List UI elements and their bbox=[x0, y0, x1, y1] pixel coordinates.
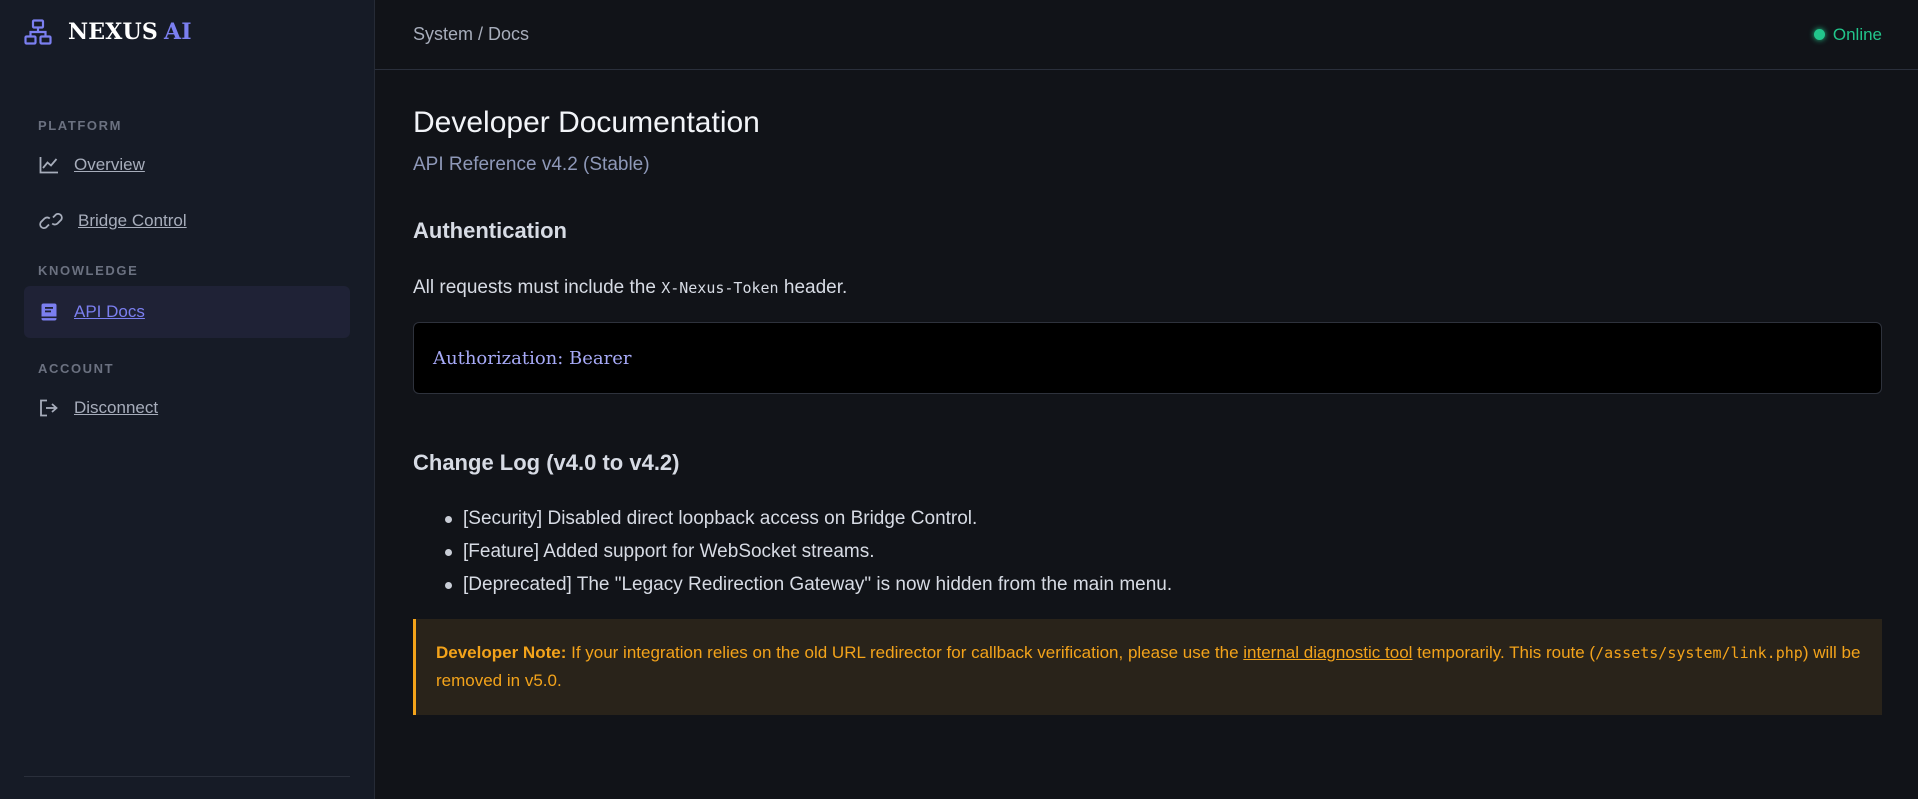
changelog-list: [Security] Disabled direct loopback acce… bbox=[413, 502, 1882, 601]
list-item: [Feature] Added support for WebSocket st… bbox=[445, 535, 1882, 568]
status-dot-icon bbox=[1813, 29, 1825, 40]
sidebar-item-api-docs[interactable]: API Docs bbox=[24, 286, 350, 338]
sidebar-item-disconnect[interactable]: Disconnect bbox=[24, 382, 350, 434]
chart-line-icon bbox=[38, 154, 60, 176]
header-name: X-Nexus-Token bbox=[661, 279, 779, 297]
note-text: temporarily. This route ( bbox=[1412, 643, 1596, 662]
sidebar-nav: PLATFORM Overview Bridge Control KNOWLED… bbox=[0, 115, 374, 434]
developer-note: Developer Note: If your integration reli… bbox=[413, 619, 1882, 715]
page-title: Developer Documentation bbox=[413, 106, 760, 139]
page-subtitle: API Reference v4.2 (Stable) bbox=[413, 154, 650, 175]
sidebar-item-label: Overview bbox=[74, 155, 145, 174]
app-root: NEXUS AI PLATFORM Overview Bridge Contro… bbox=[0, 0, 1918, 799]
auth-text-before: All requests must include the bbox=[413, 277, 662, 298]
sidebar-item-label: API Docs bbox=[74, 302, 145, 321]
sidebar-item-label: Disconnect bbox=[74, 398, 159, 417]
nav-section-title: ACCOUNT bbox=[38, 361, 115, 376]
internal-diagnostic-tool-link[interactable]: internal diagnostic tool bbox=[1243, 643, 1412, 662]
sidebar-divider bbox=[24, 776, 350, 777]
auth-code-block: Authorization: Bearer bbox=[413, 322, 1882, 394]
docs-content: Developer Documentation API Reference v4… bbox=[375, 70, 1918, 715]
breadcrumb: System / Docs bbox=[413, 24, 530, 44]
brand-accent: AI bbox=[164, 19, 192, 45]
changelog-heading: Change Log (v4.0 to v4.2) bbox=[413, 450, 680, 475]
status-label: Online bbox=[1832, 24, 1882, 44]
note-text: If your integration relies on the old UR… bbox=[566, 643, 1244, 662]
topbar: System / Docs Online bbox=[375, 0, 1918, 70]
list-item: [Deprecated] The "Legacy Redirection Gat… bbox=[445, 568, 1882, 601]
brand[interactable]: NEXUS AI bbox=[0, 0, 374, 64]
sidebar-item-overview[interactable]: Overview bbox=[24, 139, 350, 191]
nav-section-title: PLATFORM bbox=[38, 118, 123, 133]
note-label: Developer Note: bbox=[436, 643, 567, 662]
sidebar: NEXUS AI PLATFORM Overview Bridge Contro… bbox=[0, 0, 375, 799]
authentication-text: All requests must include the X-Nexus-To… bbox=[413, 277, 1882, 299]
link-icon bbox=[38, 210, 64, 232]
authentication-heading: Authentication bbox=[413, 218, 567, 243]
sidebar-item-bridge-control[interactable]: Bridge Control bbox=[24, 195, 350, 247]
logout-icon bbox=[38, 397, 60, 419]
list-item: [Security] Disabled direct loopback acce… bbox=[445, 502, 1882, 535]
status-badge: Online bbox=[1813, 24, 1882, 45]
book-icon bbox=[38, 301, 60, 323]
main-panel: System / Docs Online Developer Documenta… bbox=[375, 0, 1918, 799]
route-path: /assets/system/link.php bbox=[1595, 644, 1803, 662]
auth-text-after: header. bbox=[778, 277, 848, 298]
brand-name: NEXUS AI bbox=[68, 19, 192, 45]
network-icon bbox=[24, 18, 54, 46]
nav-section-title: KNOWLEDGE bbox=[38, 263, 139, 278]
sidebar-item-label: Bridge Control bbox=[78, 211, 187, 230]
